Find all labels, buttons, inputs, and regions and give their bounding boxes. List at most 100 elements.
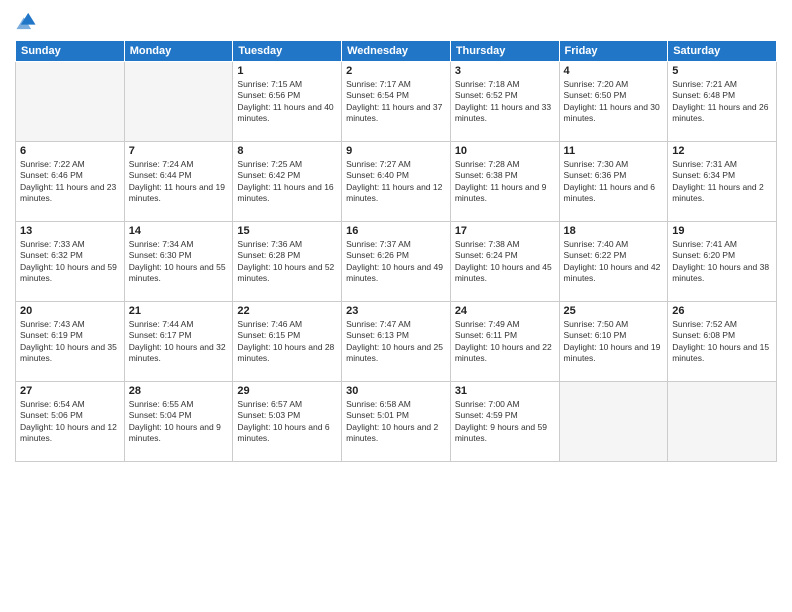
weekday-header: Saturday (668, 41, 777, 62)
calendar-cell: 5 Sunrise: 7:21 AMSunset: 6:48 PMDaylight… (668, 62, 777, 142)
calendar-cell: 15 Sunrise: 7:36 AMSunset: 6:28 PMDayligh… (233, 222, 342, 302)
calendar-cell: 16 Sunrise: 7:37 AMSunset: 6:26 PMDayligh… (342, 222, 451, 302)
day-number: 3 (455, 65, 555, 77)
calendar-cell: 4Sunrise: 7:20 AMSunset: 6:50 PMDaylight… (559, 62, 668, 142)
calendar-cell: 20Sunrise: 7:43 AMSunset: 6:19 PMDayligh… (16, 302, 125, 382)
cell-info: Sunrise: 7:24 AMSunset: 6:44 PMDaylight:… (129, 159, 229, 205)
weekday-header: Thursday (450, 41, 559, 62)
day-number: 20 (20, 305, 120, 317)
day-number: 30 (346, 385, 446, 397)
day-number: 11 (564, 145, 664, 157)
cell-info: Sunrise: 7:28 AMSunset: 6:38 PMDaylight:… (455, 159, 555, 205)
calendar-cell: 19 Sunrise: 7:41 AMSunset: 6:20 PMDayligh… (668, 222, 777, 302)
day-number: 17 (455, 225, 555, 237)
cell-info: Sunrise: 7:37 AMSunset: 6:26 PMDaylight:… (346, 239, 446, 285)
calendar-cell: 13Sunrise: 7:33 AMSunset: 6:32 PMDayligh… (16, 222, 125, 302)
weekday-header: Wednesday (342, 41, 451, 62)
day-number: 2 (346, 65, 446, 77)
cell-info: Sunrise: 6:54 AMSunset: 5:06 PMDaylight:… (20, 399, 120, 445)
day-number: 25 (564, 305, 664, 317)
day-number: 26 (672, 305, 772, 317)
cell-info: Sunrise: 7:38 AMSunset: 6:24 PMDaylight:… (455, 239, 555, 285)
page: SundayMondayTuesdayWednesdayThursdayFrid… (0, 0, 792, 612)
cell-info: Sunrise: 6:58 AMSunset: 5:01 PMDaylight:… (346, 399, 446, 445)
calendar-cell: 2 Sunrise: 7:17 AMSunset: 6:54 PMDaylight… (342, 62, 451, 142)
calendar-cell: 6 Sunrise: 7:22 AMSunset: 6:46 PMDaylight… (16, 142, 125, 222)
weekday-header: Monday (124, 41, 233, 62)
calendar-cell: 10 Sunrise: 7:28 AMSunset: 6:38 PMDayligh… (450, 142, 559, 222)
day-number: 8 (237, 145, 337, 157)
cell-info: Sunrise: 7:44 AMSunset: 6:17 PMDaylight:… (129, 319, 229, 365)
calendar-cell: 1 Sunrise: 7:15 AMSunset: 6:56 PMDaylight… (233, 62, 342, 142)
calendar-cell: 31 Sunrise: 7:00 AMSunset: 4:59 PMDayligh… (450, 382, 559, 462)
calendar-cell: 22Sunrise: 7:46 AMSunset: 6:15 PMDayligh… (233, 302, 342, 382)
day-number: 7 (129, 145, 229, 157)
day-number: 23 (346, 305, 446, 317)
day-number: 13 (20, 225, 120, 237)
calendar-cell: 27 Sunrise: 6:54 AMSunset: 5:06 PMDayligh… (16, 382, 125, 462)
weekday-header-row: SundayMondayTuesdayWednesdayThursdayFrid… (16, 41, 777, 62)
cell-info: Sunrise: 7:49 AMSunset: 6:11 PMDaylight:… (455, 319, 555, 365)
day-number: 16 (346, 225, 446, 237)
calendar-cell (559, 382, 668, 462)
calendar-cell: 11Sunrise: 7:30 AMSunset: 6:36 PMDayligh… (559, 142, 668, 222)
calendar-cell: 23 Sunrise: 7:47 AMSunset: 6:13 PMDayligh… (342, 302, 451, 382)
calendar-cell: 9Sunrise: 7:27 AMSunset: 6:40 PMDaylight… (342, 142, 451, 222)
day-number: 4 (564, 65, 664, 77)
weekday-header: Tuesday (233, 41, 342, 62)
calendar-cell: 26 Sunrise: 7:52 AMSunset: 6:08 PMDayligh… (668, 302, 777, 382)
cell-info: Sunrise: 7:47 AMSunset: 6:13 PMDaylight:… (346, 319, 446, 365)
day-number: 6 (20, 145, 120, 157)
day-number: 19 (672, 225, 772, 237)
weekday-header: Friday (559, 41, 668, 62)
cell-info: Sunrise: 7:17 AMSunset: 6:54 PMDaylight:… (346, 79, 446, 125)
calendar-week-row: 20Sunrise: 7:43 AMSunset: 6:19 PMDayligh… (16, 302, 777, 382)
day-number: 5 (672, 65, 772, 77)
logo-icon (15, 10, 37, 32)
calendar-table: SundayMondayTuesdayWednesdayThursdayFrid… (15, 40, 777, 462)
cell-info: Sunrise: 7:52 AMSunset: 6:08 PMDaylight:… (672, 319, 772, 365)
day-number: 15 (237, 225, 337, 237)
day-number: 27 (20, 385, 120, 397)
calendar-cell (16, 62, 125, 142)
calendar-cell: 7 Sunrise: 7:24 AMSunset: 6:44 PMDaylight… (124, 142, 233, 222)
cell-info: Sunrise: 7:22 AMSunset: 6:46 PMDaylight:… (20, 159, 120, 205)
calendar-week-row: 27 Sunrise: 6:54 AMSunset: 5:06 PMDayligh… (16, 382, 777, 462)
cell-info: Sunrise: 7:36 AMSunset: 6:28 PMDaylight:… (237, 239, 337, 285)
day-number: 1 (237, 65, 337, 77)
cell-info: Sunrise: 7:46 AMSunset: 6:15 PMDaylight:… (237, 319, 337, 365)
cell-info: Sunrise: 7:18 AMSunset: 6:52 PMDaylight:… (455, 79, 555, 125)
day-number: 10 (455, 145, 555, 157)
calendar-cell: 14Sunrise: 7:34 AMSunset: 6:30 PMDayligh… (124, 222, 233, 302)
cell-info: Sunrise: 7:50 AMSunset: 6:10 PMDaylight:… (564, 319, 664, 365)
calendar-cell: 21Sunrise: 7:44 AMSunset: 6:17 PMDayligh… (124, 302, 233, 382)
logo (15, 10, 41, 32)
day-number: 18 (564, 225, 664, 237)
cell-info: Sunrise: 7:41 AMSunset: 6:20 PMDaylight:… (672, 239, 772, 285)
cell-info: Sunrise: 6:57 AMSunset: 5:03 PMDaylight:… (237, 399, 337, 445)
weekday-header: Sunday (16, 41, 125, 62)
day-number: 29 (237, 385, 337, 397)
cell-info: Sunrise: 7:31 AMSunset: 6:34 PMDaylight:… (672, 159, 772, 205)
calendar-cell: 18 Sunrise: 7:40 AMSunset: 6:22 PMDayligh… (559, 222, 668, 302)
cell-info: Sunrise: 7:27 AMSunset: 6:40 PMDaylight:… (346, 159, 446, 205)
calendar-cell: 8 Sunrise: 7:25 AMSunset: 6:42 PMDaylight… (233, 142, 342, 222)
day-number: 28 (129, 385, 229, 397)
calendar-week-row: 1 Sunrise: 7:15 AMSunset: 6:56 PMDaylight… (16, 62, 777, 142)
calendar-cell: 12Sunrise: 7:31 AMSunset: 6:34 PMDayligh… (668, 142, 777, 222)
cell-info: Sunrise: 7:00 AMSunset: 4:59 PMDaylight:… (455, 399, 555, 445)
calendar-cell: 28 Sunrise: 6:55 AMSunset: 5:04 PMDayligh… (124, 382, 233, 462)
header (15, 10, 777, 32)
calendar-cell: 30 Sunrise: 6:58 AMSunset: 5:01 PMDayligh… (342, 382, 451, 462)
calendar-cell: 29 Sunrise: 6:57 AMSunset: 5:03 PMDayligh… (233, 382, 342, 462)
cell-info: Sunrise: 6:55 AMSunset: 5:04 PMDaylight:… (129, 399, 229, 445)
cell-info: Sunrise: 7:40 AMSunset: 6:22 PMDaylight:… (564, 239, 664, 285)
cell-info: Sunrise: 7:15 AMSunset: 6:56 PMDaylight:… (237, 79, 337, 125)
cell-info: Sunrise: 7:25 AMSunset: 6:42 PMDaylight:… (237, 159, 337, 205)
calendar-week-row: 6 Sunrise: 7:22 AMSunset: 6:46 PMDaylight… (16, 142, 777, 222)
cell-info: Sunrise: 7:21 AMSunset: 6:48 PMDaylight:… (672, 79, 772, 125)
calendar-week-row: 13Sunrise: 7:33 AMSunset: 6:32 PMDayligh… (16, 222, 777, 302)
calendar-cell: 17 Sunrise: 7:38 AMSunset: 6:24 PMDayligh… (450, 222, 559, 302)
calendar-cell: 24Sunrise: 7:49 AMSunset: 6:11 PMDayligh… (450, 302, 559, 382)
day-number: 31 (455, 385, 555, 397)
